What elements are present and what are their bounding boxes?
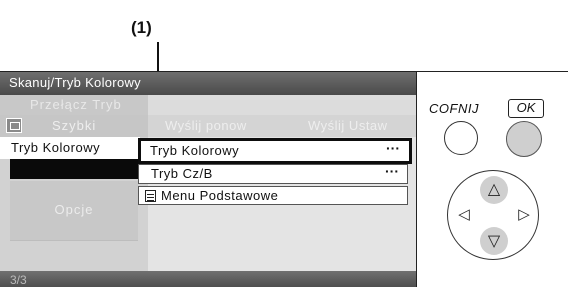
up-arrow-icon[interactable]: △ <box>480 176 508 204</box>
more-indicator: ··· <box>385 163 399 179</box>
list-item-basic-menu[interactable]: Menu Podstawowe <box>138 186 408 205</box>
ok-button[interactable] <box>506 121 542 157</box>
tab-send-settings[interactable]: Wyślij Ustaw <box>308 118 388 133</box>
ok-label: OK <box>508 99 544 118</box>
tab-quick-label: Szybki <box>52 118 97 133</box>
tab-row: Szybki Wyślij ponow Wyślij Ustaw <box>0 115 416 137</box>
selection-highlight <box>138 138 412 164</box>
options-button[interactable]: Opcje <box>10 181 138 241</box>
switch-mode-label: Przełącz Tryb <box>30 97 122 112</box>
switch-mode-tab[interactable]: Przełącz Tryb <box>0 95 148 115</box>
scan-mode-icon <box>6 118 22 133</box>
tab-resend[interactable]: Wyślij ponow <box>165 118 247 133</box>
right-arrow-icon[interactable]: ▷ <box>514 202 534 228</box>
back-button[interactable] <box>444 121 478 155</box>
direction-pad: △ ▽ ◁ ▷ <box>447 170 539 260</box>
left-arrow-icon[interactable]: ◁ <box>454 202 474 228</box>
callout-label: (1) <box>131 18 152 37</box>
title-bar: Skanuj/Tryb Kolorowy <box>0 72 416 95</box>
control-panel: COFNIJ OK △ ▽ ◁ ▷ <box>416 71 568 287</box>
screen-title: Skanuj/Tryb Kolorowy <box>9 75 141 90</box>
tab-quick[interactable]: Szybki <box>0 115 148 137</box>
selected-mode-indicator <box>10 159 138 179</box>
list-item-label: Menu Podstawowe <box>161 188 279 203</box>
page-indicator: 3/3 <box>10 273 27 287</box>
status-bar: 3/3 <box>0 271 416 287</box>
color-mode-button[interactable]: Tryb Kolorowy <box>0 137 140 159</box>
left-menu: Tryb Kolorowy Opcje <box>0 137 148 271</box>
menu-list-icon <box>145 190 156 202</box>
down-arrow-icon[interactable]: ▽ <box>480 227 508 255</box>
options-label: Opcje <box>54 202 94 217</box>
lcd-screen: Skanuj/Tryb Kolorowy Przełącz Tryb Szybk… <box>0 71 416 287</box>
back-label: COFNIJ <box>429 101 479 116</box>
list-item-bw-mode[interactable]: Tryb Cz/B ··· <box>138 163 408 184</box>
list-item-label: Tryb Cz/B <box>151 166 213 181</box>
